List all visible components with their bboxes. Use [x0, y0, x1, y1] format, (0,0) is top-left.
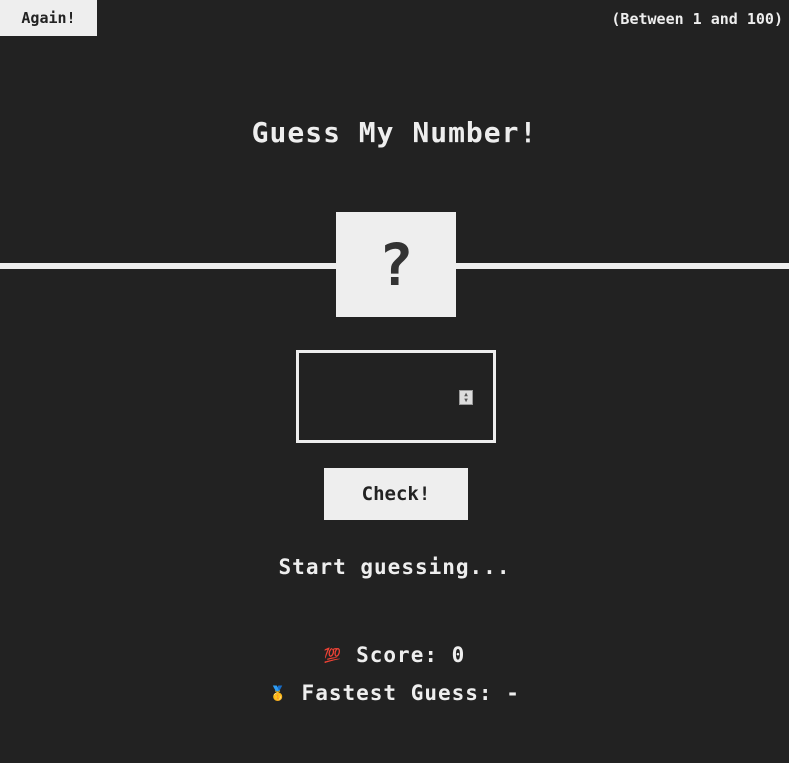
medal-icon: 🥇 [269, 686, 288, 702]
page-title: Guess My Number! [251, 116, 538, 149]
again-button[interactable]: Again! [0, 0, 97, 36]
spinner-down-icon[interactable]: ▼ [464, 397, 468, 404]
range-hint: (Between 1 and 100) [611, 10, 783, 28]
fastest-guess-row: 🥇 Fastest Guess: - [0, 681, 789, 705]
secret-number-box: ? [336, 212, 456, 317]
score-label: Score: [356, 643, 438, 667]
hundred-points-icon: 💯 [323, 648, 343, 664]
fastest-guess-label: Fastest Guess: [301, 681, 493, 705]
score-value: 0 [451, 643, 466, 667]
number-spinner[interactable]: ▲ ▼ [459, 390, 473, 405]
score-row: 💯 Score: 0 [0, 643, 789, 667]
check-button[interactable]: Check! [324, 468, 468, 520]
secret-number: ? [378, 230, 414, 299]
fastest-guess-value: - [506, 681, 520, 705]
status-message: Start guessing... [278, 555, 511, 579]
